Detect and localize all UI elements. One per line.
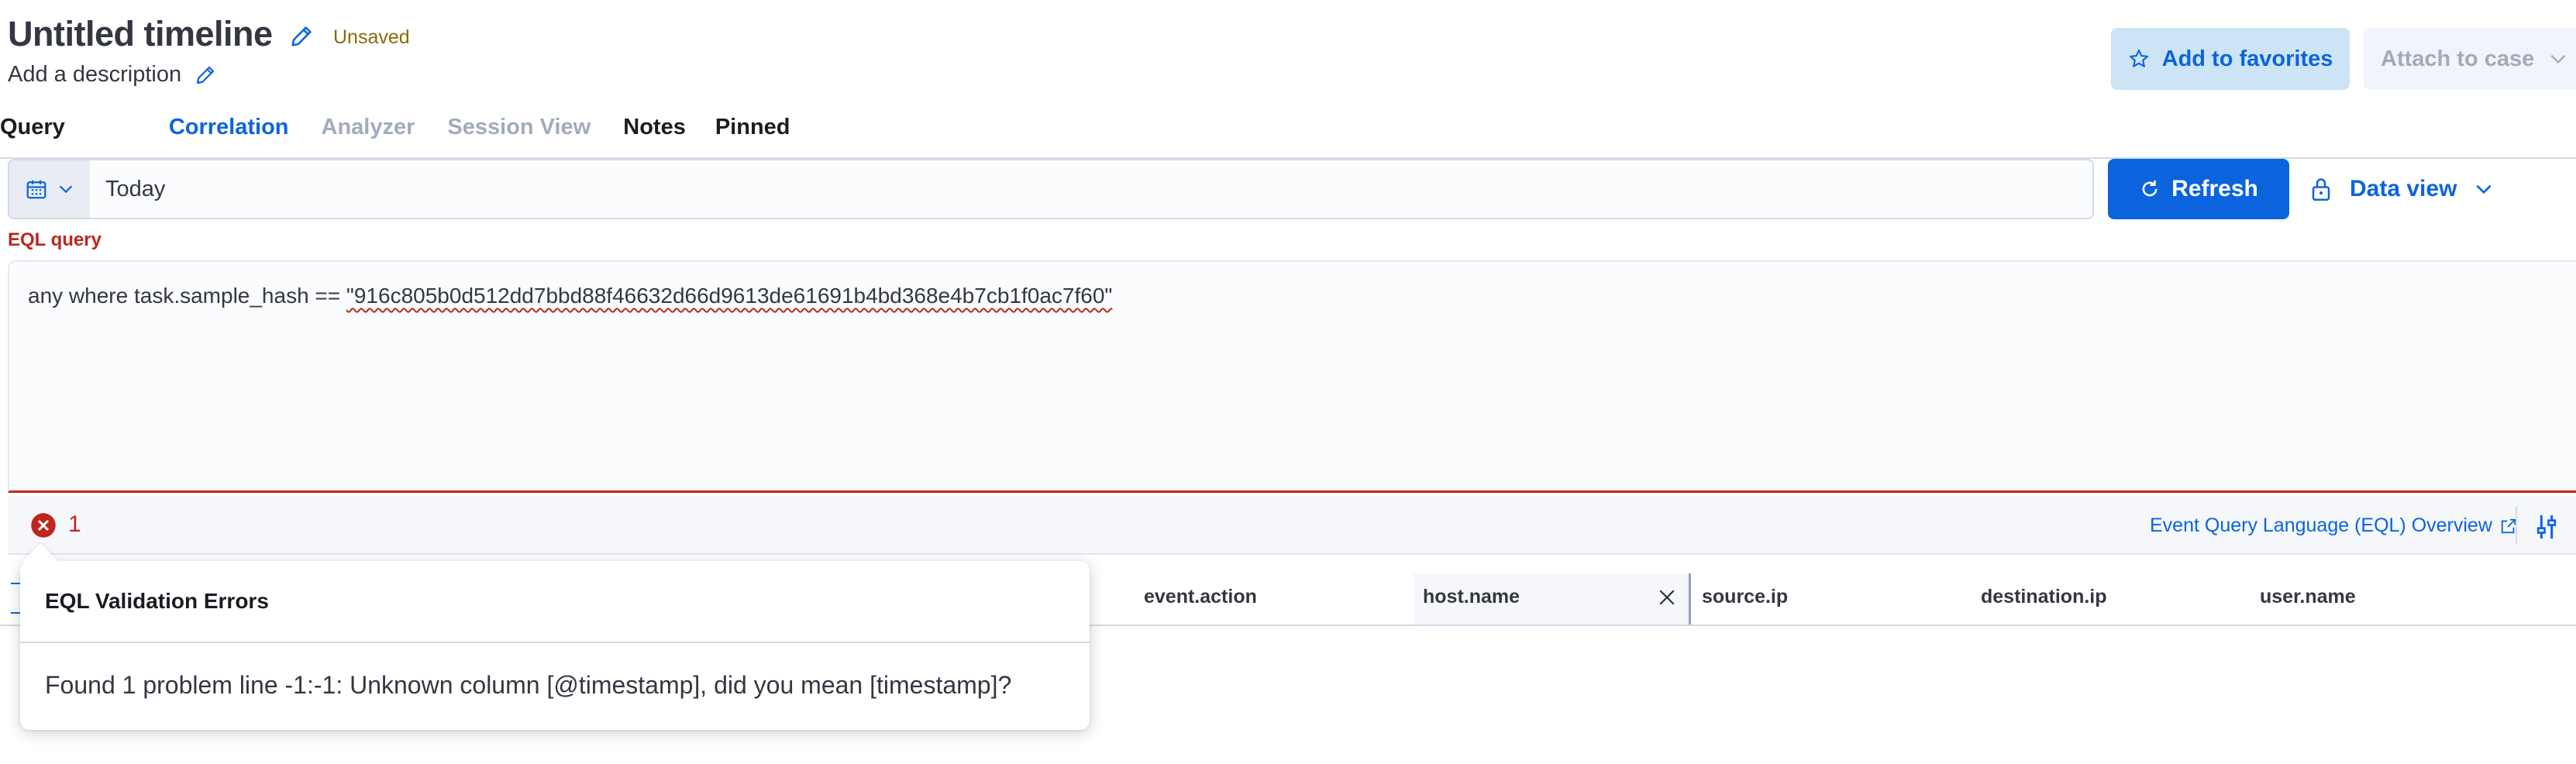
timeline-tabs: Query Correlation Analyzer Session View … xyxy=(0,108,828,166)
tab-query[interactable]: Query xyxy=(0,108,65,157)
external-link-icon xyxy=(2500,518,2517,535)
column-header-destination-ip[interactable]: destination.ip xyxy=(1981,586,2107,608)
star-icon xyxy=(2128,48,2150,70)
refresh-icon xyxy=(2139,178,2161,200)
attach-label: Attach to case xyxy=(2381,46,2535,71)
chevron-down-icon xyxy=(57,181,74,198)
chevron-down-icon xyxy=(2548,49,2568,69)
footer-divider xyxy=(2516,507,2517,544)
column-header-host-name[interactable]: host.name xyxy=(1423,586,1520,608)
attach-to-case-button[interactable]: Attach to case xyxy=(2364,28,2576,90)
quick-menu-button[interactable] xyxy=(9,160,90,218)
lock-icon xyxy=(2309,176,2333,202)
popover-title: EQL Validation Errors xyxy=(45,589,269,613)
date-picker: Today xyxy=(8,159,2094,219)
refresh-label: Refresh xyxy=(2171,176,2258,201)
tab-analyzer[interactable]: Analyzer xyxy=(322,108,415,157)
tab-notes[interactable]: Notes xyxy=(623,108,686,157)
add-description-link[interactable]: Add a description xyxy=(8,62,181,88)
unsaved-badge: Unsaved xyxy=(333,26,410,48)
data-view-label: Data view xyxy=(2350,176,2457,201)
eql-query-hash: "916c805b0d512dd7bbd88f46632d66d9613de61… xyxy=(346,284,1113,308)
tab-correlation[interactable]: Correlation xyxy=(162,108,295,166)
column-header-user-name[interactable]: user.name xyxy=(2260,586,2356,608)
validation-error-message: Found 1 problem line -1:-1: Unknown colu… xyxy=(45,671,1012,699)
error-count[interactable]: 1 xyxy=(68,511,81,538)
eql-query-label: EQL query xyxy=(8,229,102,250)
column-header-event-action[interactable]: event.action xyxy=(1144,586,1257,608)
error-x-icon[interactable] xyxy=(29,511,57,539)
eql-validation-popover xyxy=(20,561,1090,730)
calendar-icon xyxy=(25,177,48,201)
favorites-label: Add to favorites xyxy=(2161,46,2333,71)
eql-overview-label: Event Query Language (EQL) Overview xyxy=(2150,514,2492,536)
add-to-favorites-button[interactable]: Add to favorites xyxy=(2111,28,2350,90)
chevron-down-icon xyxy=(2474,179,2494,199)
data-view-picker[interactable]: Data view xyxy=(2309,159,2494,219)
column-header-source-ip[interactable]: source.ip xyxy=(1702,586,1788,608)
date-range-value[interactable]: Today xyxy=(90,160,165,218)
eql-query-prefix: any where task.sample_hash == xyxy=(28,284,346,308)
eql-overview-link[interactable]: Event Query Language (EQL) Overview xyxy=(2150,514,2517,537)
popover-divider xyxy=(20,642,1090,643)
refresh-button[interactable]: Refresh xyxy=(2108,159,2289,219)
timeline-title: Untitled timeline xyxy=(8,14,273,53)
pencil-icon[interactable] xyxy=(194,64,217,87)
pencil-icon[interactable] xyxy=(288,23,315,50)
close-icon[interactable] xyxy=(1655,586,1679,609)
settings-sliders-icon[interactable] xyxy=(2531,511,2562,542)
eql-query-text: any where task.sample_hash == "916c805b0… xyxy=(28,284,1112,308)
tab-session-view[interactable]: Session View xyxy=(447,108,591,157)
tab-pinned[interactable]: Pinned xyxy=(715,108,790,157)
